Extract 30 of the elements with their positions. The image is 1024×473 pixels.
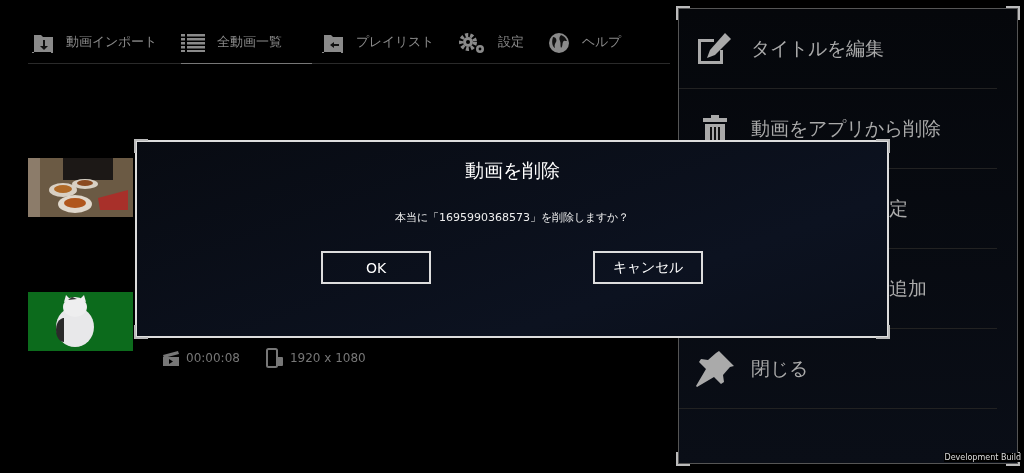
corner-bracket <box>134 139 148 153</box>
nav-tab[interactable]: 設定 <box>458 30 548 64</box>
clapperboard-icon <box>162 349 180 367</box>
nav-tab[interactable]: プレイリスト <box>318 30 458 64</box>
menu-item[interactable]: 定 <box>889 195 908 222</box>
nav-tab[interactable]: ヘルプ <box>548 30 645 64</box>
menu-item[interactable]: 閉じる <box>751 355 808 382</box>
corner-bracket <box>676 452 690 466</box>
cancel-button[interactable]: キャンセル <box>593 251 703 284</box>
dialog-message: 本当に「1695990368573」を削除しますか？ <box>395 210 629 225</box>
corner-bracket <box>876 139 890 153</box>
nav-tab[interactable]: 全動画一覧 <box>181 30 312 64</box>
video-duration: 00:00:08 <box>186 351 240 365</box>
corner-bracket <box>134 325 148 339</box>
ok-button[interactable]: OK <box>321 251 431 284</box>
build-label: Development Build <box>943 453 1022 462</box>
menu-item[interactable]: 動画をアプリから削除 <box>751 115 941 142</box>
gears-icon <box>458 31 486 54</box>
device-icon <box>265 348 284 368</box>
corner-bracket <box>676 6 690 20</box>
video-resolution: 1920 x 1080 <box>289 351 366 365</box>
menu-item[interactable]: 追加 <box>889 275 927 302</box>
corner-bracket <box>876 325 890 339</box>
menu-item[interactable]: タイトルを編集 <box>751 35 884 62</box>
nav-tab[interactable]: 動画インポート <box>28 30 181 64</box>
pin-icon <box>695 349 735 388</box>
globe-icon <box>548 31 570 54</box>
dialog-title: 動画を削除 <box>464 158 560 183</box>
corner-bracket <box>1006 6 1020 20</box>
list-icon <box>181 33 205 52</box>
